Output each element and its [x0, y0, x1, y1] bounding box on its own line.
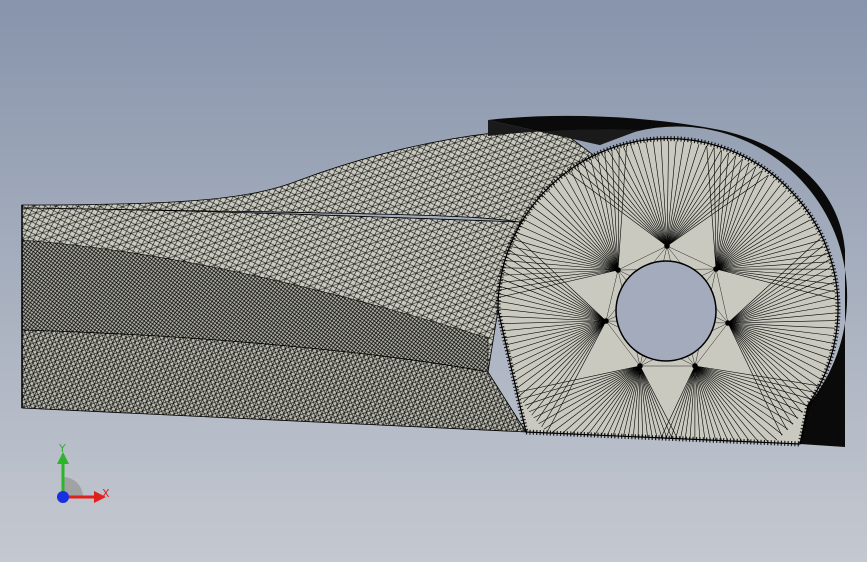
- z-axis-dot: [57, 491, 69, 503]
- graphics-viewport[interactable]: [0, 0, 867, 562]
- end-face: [495, 136, 841, 447]
- y-axis-label: Y: [58, 442, 66, 455]
- coordinate-triad: Y X: [57, 442, 110, 503]
- mesh-top-surface: [21, 129, 601, 223]
- x-axis-label: X: [102, 487, 110, 500]
- center-hole: [615, 260, 717, 362]
